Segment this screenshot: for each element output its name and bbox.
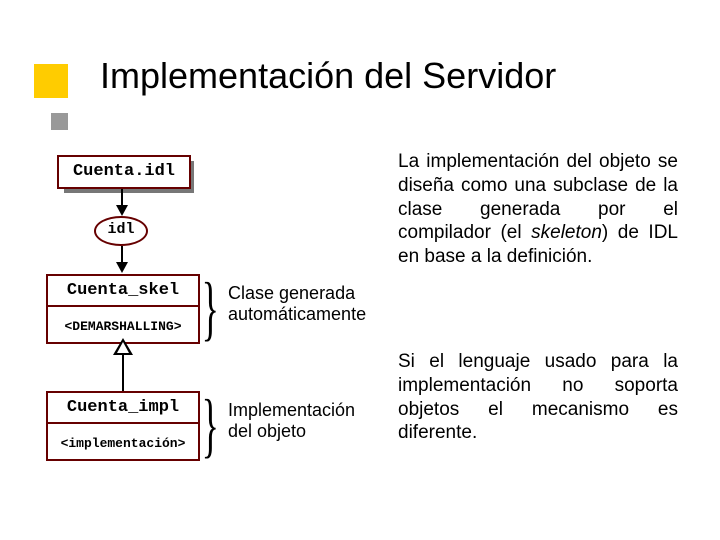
idl-oval: idl: [94, 216, 148, 246]
skel-box: Cuenta_skel <DEMARSHALLING>: [46, 274, 200, 344]
impl-name: Cuenta_impl: [48, 393, 198, 422]
paragraph-1: La implementación del objeto se diseña c…: [398, 150, 678, 269]
generated-label-line2: automáticamente: [228, 304, 366, 325]
impl-label-line2: del objeto: [228, 421, 355, 442]
accent-square-large-icon: [34, 64, 68, 98]
impl-box: Cuenta_impl <implementación>: [46, 391, 200, 461]
paragraph-2: Si el lenguaje usado para la implementac…: [398, 350, 678, 445]
brace-skel-icon: }: [202, 280, 219, 336]
impl-label-line1: Implementación: [228, 400, 355, 421]
idl-file-box: Cuenta.idl: [57, 155, 191, 189]
brace-impl-icon: }: [202, 397, 219, 453]
para1-italic: skeleton: [531, 222, 602, 243]
inheritance-line: [122, 355, 124, 391]
impl-sub: <implementación>: [48, 422, 198, 459]
inheritance-arrowhead-icon: [113, 338, 133, 355]
idl-oval-label: idl: [107, 221, 134, 238]
arrowhead-oval-to-skel-icon: [116, 262, 128, 273]
skel-sub: <DEMARSHALLING>: [48, 305, 198, 342]
arrowhead-idlfile-to-oval-icon: [116, 205, 128, 216]
page-title: Implementación del Servidor: [100, 55, 556, 97]
generated-label-line1: Clase generada: [228, 283, 366, 304]
generated-label: Clase generada automáticamente: [228, 283, 366, 325]
slide: Implementación del Servidor Cuenta.idl i…: [0, 0, 720, 540]
idl-file-label: Cuenta.idl: [59, 157, 189, 186]
impl-label: Implementación del objeto: [228, 400, 355, 442]
accent-square-small-icon: [51, 113, 68, 130]
skel-name: Cuenta_skel: [48, 276, 198, 305]
